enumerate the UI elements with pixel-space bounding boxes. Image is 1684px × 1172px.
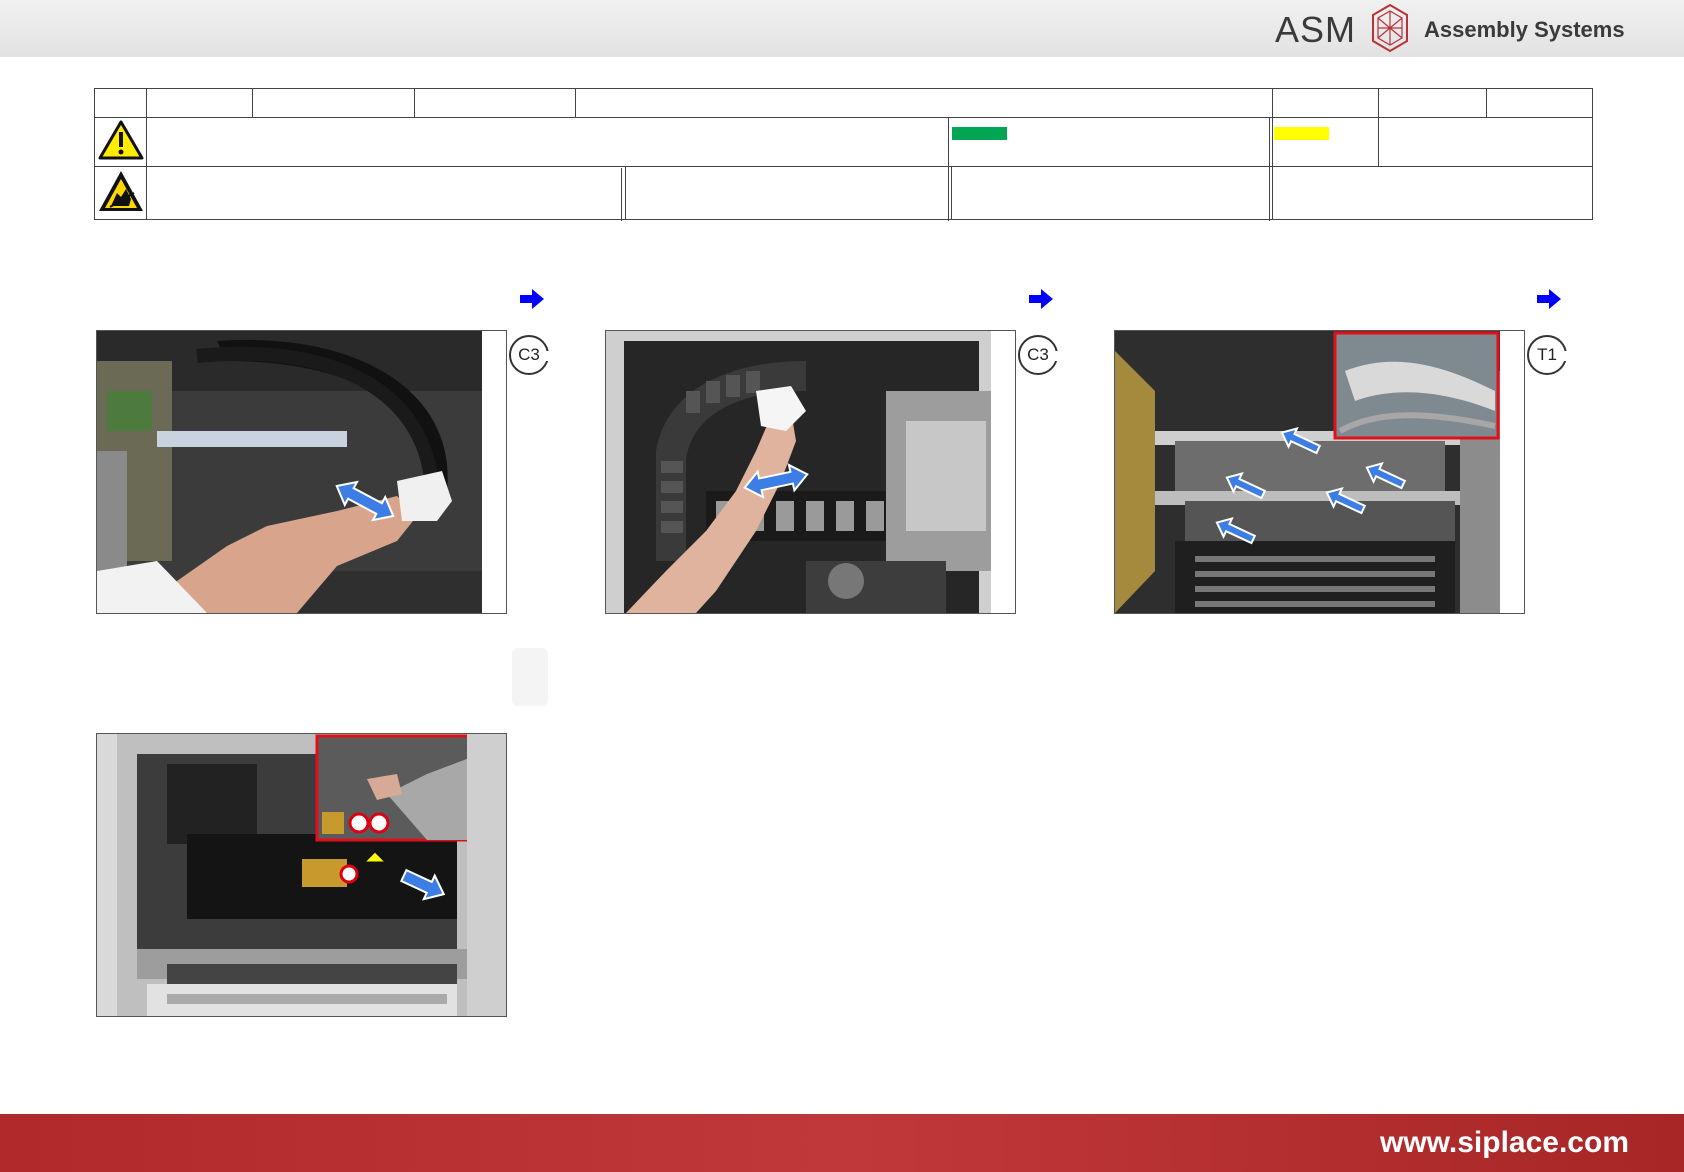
table-row [94, 117, 1594, 167]
footer-band: www.siplace.com [0, 1114, 1684, 1172]
brand-subtitle: Assembly Systems [1424, 17, 1625, 42]
esd-hand-icon [98, 170, 143, 211]
table-cell [94, 88, 147, 118]
table-cell [146, 166, 626, 220]
table-cell [145, 117, 1274, 167]
table-cell [146, 88, 253, 118]
step-badge: C3 [1018, 335, 1059, 375]
blue-right-arrow-icon [1537, 289, 1561, 309]
conveyor-rails-photo [1114, 330, 1525, 614]
table-divider [1269, 117, 1270, 221]
warning-triangle-icon [98, 120, 143, 159]
yellow-status-cell [1378, 117, 1594, 167]
esd-cell [94, 166, 147, 220]
table-cell [950, 166, 1274, 220]
table-row [94, 166, 1594, 220]
step-badge: T1 [1527, 335, 1568, 375]
table-cell [1272, 166, 1594, 220]
table-cell [252, 88, 415, 118]
blue-right-arrow-icon [1029, 289, 1053, 309]
cable-chain-wiping-photo [605, 330, 1016, 614]
table-divider [948, 117, 949, 221]
table-divider [621, 168, 622, 221]
table-cell [574, 88, 1274, 118]
table-cell [1378, 88, 1488, 118]
table-cell [1486, 88, 1594, 118]
table-cell [625, 166, 952, 220]
brand-name: ASM [1275, 9, 1357, 50]
table-cell [414, 88, 576, 118]
yellow-status-swatch [1274, 127, 1329, 140]
asm-logo-icon [1370, 3, 1410, 58]
info-table [94, 88, 1594, 220]
step-badge: C3 [509, 335, 550, 375]
gantry-module-photo [96, 733, 507, 1017]
header-band: ASM Assembly Systems [0, 0, 1684, 57]
green-status-cell [1272, 117, 1379, 167]
blue-right-arrow-icon [520, 289, 544, 309]
table-row [94, 88, 1594, 118]
cable-chain-cleaning-photo [96, 330, 507, 614]
asm-logo: ASM Assembly Systems [1275, 3, 1625, 57]
footer-website-link[interactable]: www.siplace.com [1380, 1126, 1629, 1160]
green-status-swatch [952, 127, 1007, 140]
warning-cell [94, 117, 147, 167]
table-cell [1272, 88, 1380, 118]
faint-mark [512, 648, 548, 706]
